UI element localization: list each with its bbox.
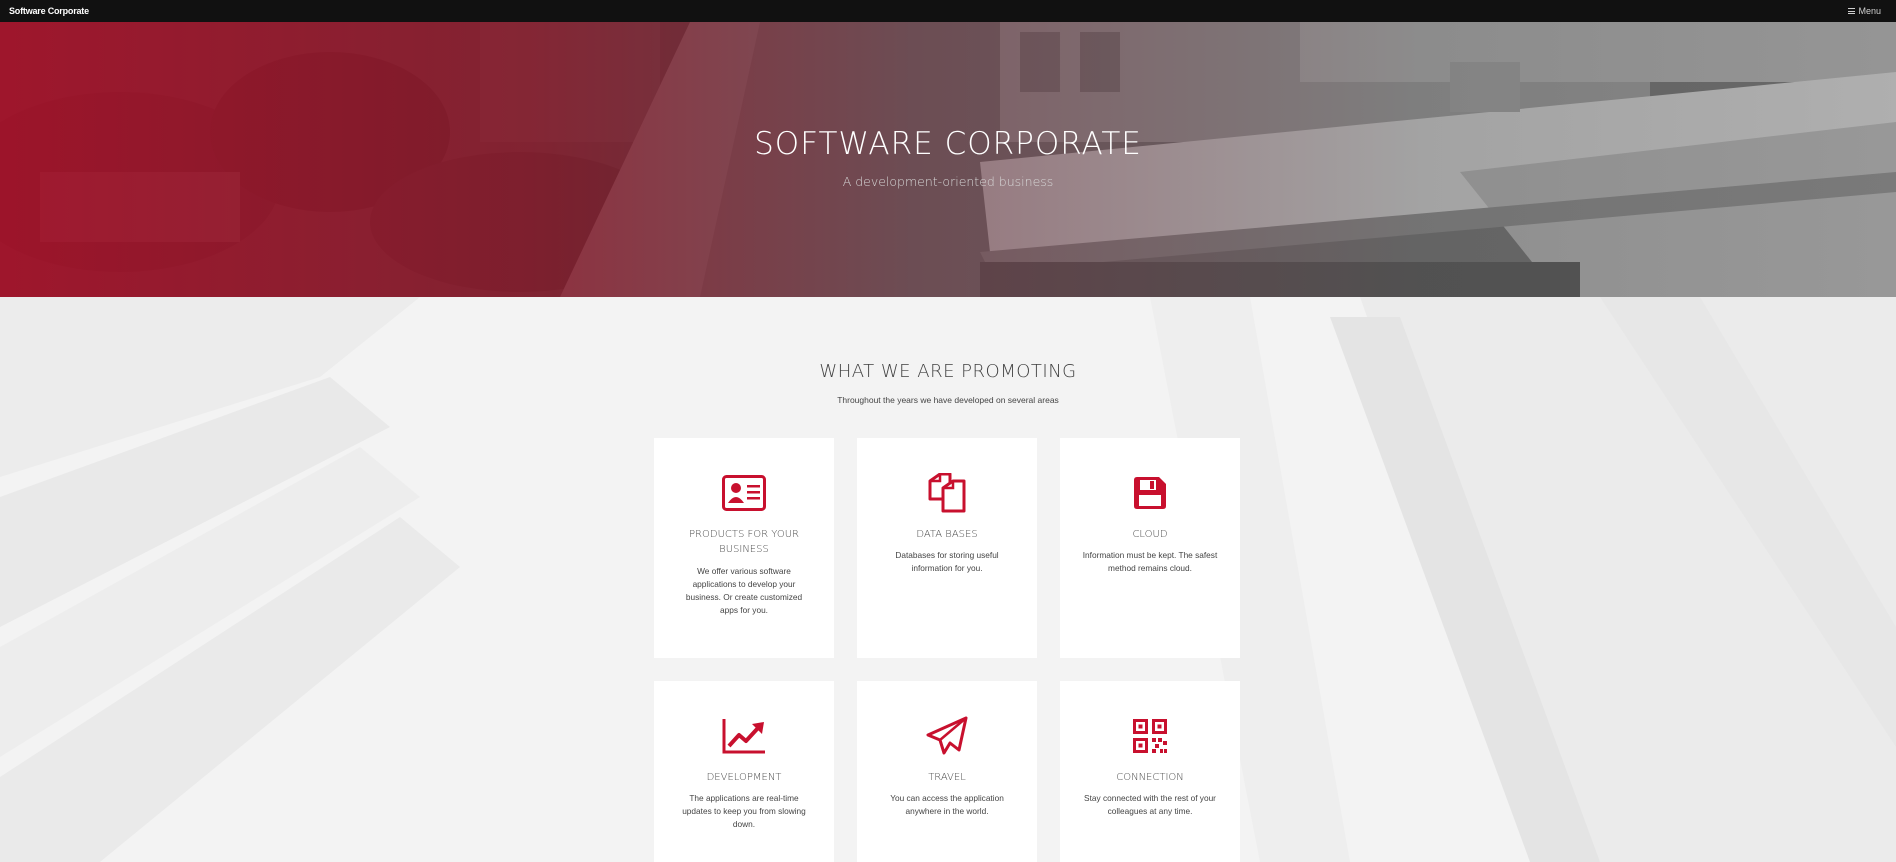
chart-line-icon — [722, 716, 766, 756]
brand-link[interactable]: Software Corporate — [9, 6, 89, 16]
service-card-connection: CONNECTION Stay connected with the rest … — [1060, 681, 1240, 862]
card-title: DATA BASES — [916, 529, 978, 540]
card-title: CLOUD — [1132, 529, 1168, 540]
paper-plane-icon — [925, 716, 969, 756]
card-title: TRAVEL — [928, 772, 966, 783]
card-text: Information must be kept. The safest met… — [1082, 550, 1218, 573]
copy-icon — [925, 473, 969, 513]
card-title: CONNECTION — [1116, 772, 1184, 783]
section-title: WHAT WE ARE PROMOTING — [819, 361, 1077, 382]
service-card-travel: TRAVEL You can access the application an… — [857, 681, 1037, 862]
service-card-products: PRODUCTS FOR YOUR BUSINESS We offer vari… — [654, 438, 834, 658]
floppy-disk-icon — [1128, 473, 1172, 513]
section-subtitle: Throughout the years we have developed o… — [837, 395, 1059, 405]
card-text: Stay connected with the rest of your col… — [1084, 793, 1216, 816]
hero-subtitle: A development-oriented business — [842, 174, 1054, 189]
card-text: You can access the application anywhere … — [890, 793, 1004, 816]
card-text: We offer various software applications t… — [685, 566, 803, 615]
card-text: The applications are real-time updates t… — [682, 793, 806, 829]
hero-title: SOFTWARE CORPORATE — [754, 126, 1142, 162]
qr-code-icon — [1128, 716, 1172, 756]
hero-section: SOFTWARE CORPORATE A development-oriente… — [0, 22, 1896, 297]
menu-toggle-button[interactable]: Menu — [1848, 6, 1881, 16]
service-card-databases: DATA BASES Databases for storing useful … — [857, 438, 1037, 658]
card-title: PRODUCTS FOR YOUR BUSINESS — [689, 529, 799, 555]
services-section: WHAT WE ARE PROMOTING Throughout the yea… — [0, 297, 1896, 862]
id-card-icon — [722, 473, 766, 513]
bars-icon — [1848, 8, 1856, 14]
card-text: Databases for storing useful information… — [895, 550, 999, 573]
service-card-development: DEVELOPMENT The applications are real-ti… — [654, 681, 834, 862]
top-navbar: Software Corporate Menu — [0, 0, 1896, 22]
menu-label: Menu — [1858, 6, 1881, 16]
service-card-cloud: CLOUD Information must be kept. The safe… — [1060, 438, 1240, 658]
card-title: DEVELOPMENT — [706, 772, 782, 783]
